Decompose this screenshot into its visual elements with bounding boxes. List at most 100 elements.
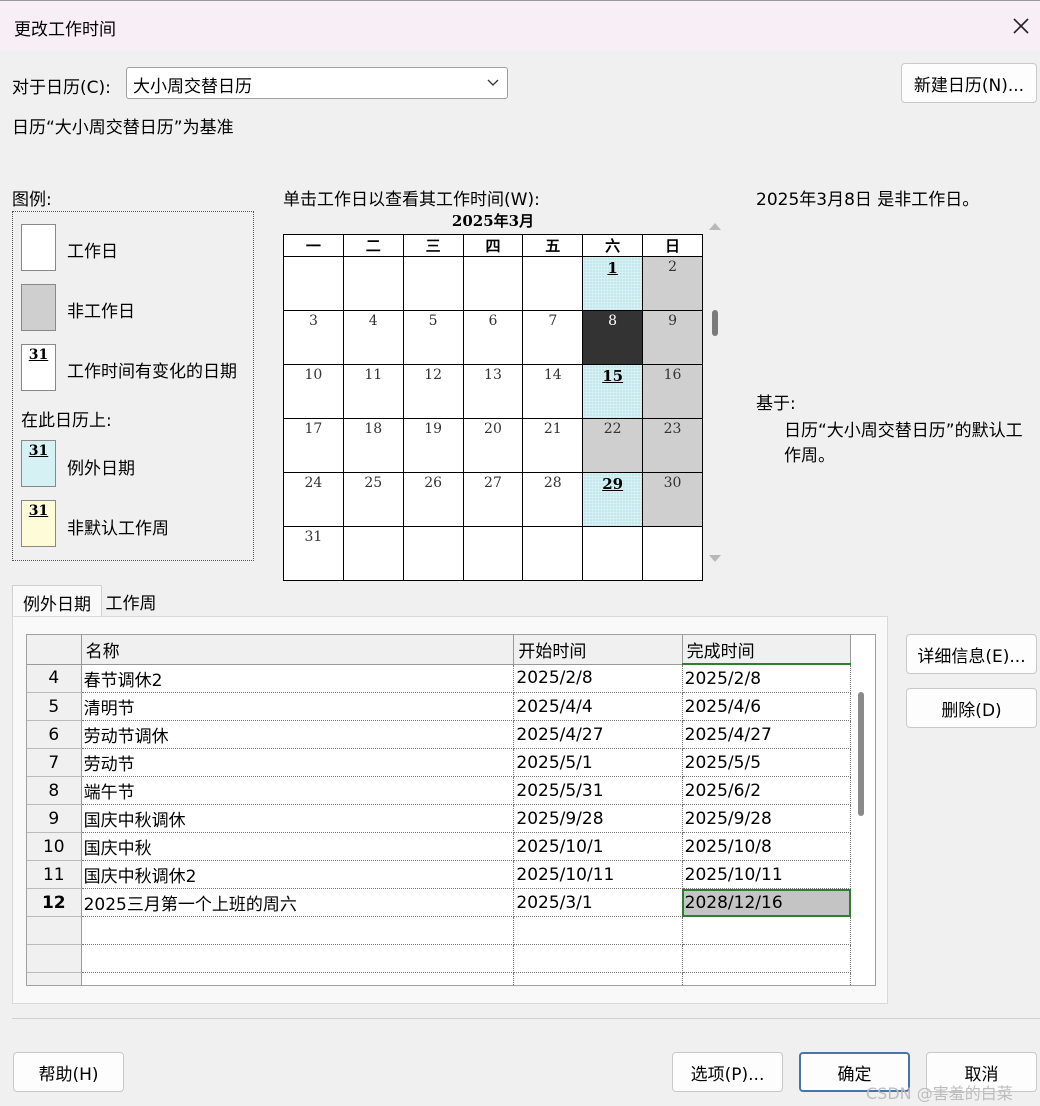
calendar-day[interactable]: 31 xyxy=(283,526,344,581)
empty-cell[interactable] xyxy=(682,944,852,973)
exception-name-cell[interactable]: 国庆中秋 xyxy=(81,832,515,861)
exception-name-cell[interactable]: 国庆中秋调休 xyxy=(81,804,515,833)
finish-date-cell[interactable]: 2025/10/11 xyxy=(682,860,852,889)
column-header-name[interactable]: 名称 xyxy=(81,635,515,665)
empty-cell[interactable] xyxy=(682,972,852,985)
calendar-day[interactable]: 5 xyxy=(402,310,464,365)
row-number-cell[interactable]: 7 xyxy=(27,748,82,777)
finish-date-cell[interactable]: 2028/12/16 xyxy=(682,888,852,917)
calendar-select[interactable]: 大小周交替日历 xyxy=(126,67,508,99)
empty-cell[interactable] xyxy=(81,944,515,973)
row-number-cell[interactable]: 6 xyxy=(27,720,82,749)
finish-date-cell[interactable]: 2025/4/27 xyxy=(682,720,852,749)
calendar-day[interactable]: 17 xyxy=(283,418,344,473)
finish-date-cell[interactable]: 2025/6/2 xyxy=(682,776,852,805)
empty-cell[interactable] xyxy=(513,972,683,985)
empty-cell[interactable] xyxy=(513,944,683,973)
table-row[interactable]: 9 国庆中秋调休 2025/9/28 2025/9/28 xyxy=(27,804,852,833)
calendar-day[interactable]: 16 xyxy=(642,364,703,419)
calendar-day[interactable]: 6 xyxy=(462,310,524,365)
calendar-day[interactable]: 14 xyxy=(522,364,584,419)
row-number-cell[interactable]: 9 xyxy=(27,804,82,833)
start-date-cell[interactable]: 2025/4/27 xyxy=(513,720,683,749)
calendar-day[interactable]: 3 xyxy=(283,310,344,365)
new-calendar-button[interactable]: 新建日历(N)... xyxy=(901,63,1037,103)
calendar-day[interactable]: 30 xyxy=(642,472,703,527)
calendar-day[interactable]: 2 xyxy=(642,256,703,311)
empty-cell[interactable] xyxy=(27,972,82,985)
calendar-day[interactable]: 22 xyxy=(582,418,644,473)
start-date-cell[interactable]: 2025/2/8 xyxy=(513,664,683,693)
empty-cell[interactable] xyxy=(27,916,82,945)
exception-name-cell[interactable]: 国庆中秋调休2 xyxy=(81,860,515,889)
empty-table-row[interactable] xyxy=(27,972,852,985)
calendar-day[interactable]: 25 xyxy=(342,472,404,527)
row-number-cell[interactable]: 8 xyxy=(27,776,82,805)
row-number-cell[interactable]: 12 xyxy=(27,888,82,917)
exception-name-cell[interactable]: 劳动节 xyxy=(81,748,515,777)
empty-cell[interactable] xyxy=(513,916,683,945)
start-date-cell[interactable]: 2025/4/4 xyxy=(513,692,683,721)
empty-table-row[interactable] xyxy=(27,944,852,973)
exception-name-cell[interactable]: 春节调休2 xyxy=(81,664,515,693)
exception-name-cell[interactable]: 清明节 xyxy=(81,692,515,721)
table-row[interactable]: 8 端午节 2025/5/31 2025/6/2 xyxy=(27,776,852,805)
delete-button[interactable]: 删除(D) xyxy=(906,688,1037,728)
calendar-day[interactable]: 21 xyxy=(522,418,584,473)
finish-date-cell[interactable]: 2025/10/8 xyxy=(682,832,852,861)
calendar-day[interactable]: 8 xyxy=(582,310,644,365)
finish-date-cell[interactable]: 2025/2/8 xyxy=(682,664,852,693)
close-icon[interactable] xyxy=(1008,13,1034,39)
calendar-day[interactable]: 7 xyxy=(522,310,584,365)
empty-cell[interactable] xyxy=(81,972,515,985)
calendar-day[interactable]: 10 xyxy=(283,364,344,419)
calendar-day[interactable]: 13 xyxy=(462,364,524,419)
start-date-cell[interactable]: 2025/9/28 xyxy=(513,804,683,833)
empty-cell[interactable] xyxy=(81,916,515,945)
exception-name-cell[interactable]: 端午节 xyxy=(81,776,515,805)
calendar-day[interactable]: 12 xyxy=(402,364,464,419)
grid-scroll-thumb[interactable] xyxy=(858,692,864,816)
row-number-cell[interactable]: 11 xyxy=(27,860,82,889)
start-date-cell[interactable]: 2025/5/1 xyxy=(513,748,683,777)
finish-date-cell[interactable]: 2025/4/6 xyxy=(682,692,852,721)
row-number-cell[interactable]: 5 xyxy=(27,692,82,721)
table-row[interactable]: 6 劳动节调休 2025/4/27 2025/4/27 xyxy=(27,720,852,749)
calendar-day[interactable]: 18 xyxy=(342,418,404,473)
calendar-day[interactable]: 15 xyxy=(582,364,644,419)
empty-cell[interactable] xyxy=(682,916,852,945)
start-date-cell[interactable]: 2025/5/31 xyxy=(513,776,683,805)
empty-table-row[interactable] xyxy=(27,916,852,945)
calendar-day[interactable]: 29 xyxy=(582,472,644,527)
row-number-cell[interactable]: 4 xyxy=(27,664,82,693)
calendar-scrollbar[interactable] xyxy=(705,218,725,568)
help-button[interactable]: 帮助(H) xyxy=(13,1052,124,1092)
calendar-day[interactable]: 28 xyxy=(522,472,584,527)
calendar-day[interactable]: 23 xyxy=(642,418,703,473)
table-row[interactable]: 12 2025三月第一个上班的周六 2025/3/1 2028/12/16 xyxy=(27,888,852,917)
calendar-day[interactable]: 11 xyxy=(342,364,404,419)
tab-work-weeks[interactable]: 工作周 xyxy=(100,585,162,617)
calendar-day[interactable]: 4 xyxy=(342,310,404,365)
finish-date-cell[interactable]: 2025/9/28 xyxy=(682,804,852,833)
exceptions-grid[interactable]: 名称 开始时间 完成时间 4 春节调休2 2025/2/8 2025/2/8 5 清明节 2… xyxy=(26,634,876,986)
row-number-cell[interactable]: 10 xyxy=(27,832,82,861)
start-date-cell[interactable]: 2025/10/11 xyxy=(513,860,683,889)
table-row[interactable]: 7 劳动节 2025/5/1 2025/5/5 xyxy=(27,748,852,777)
start-date-cell[interactable]: 2025/3/1 xyxy=(513,888,683,917)
details-button[interactable]: 详细信息(E)... xyxy=(906,634,1037,674)
calendar-day[interactable]: 1 xyxy=(582,256,644,311)
finish-date-cell[interactable]: 2025/5/5 xyxy=(682,748,852,777)
table-row[interactable]: 11 国庆中秋调休2 2025/10/11 2025/10/11 xyxy=(27,860,852,889)
calendar-day[interactable]: 9 xyxy=(642,310,703,365)
exception-name-cell[interactable]: 劳动节调休 xyxy=(81,720,515,749)
calendar-day[interactable]: 26 xyxy=(402,472,464,527)
calendar-day[interactable]: 20 xyxy=(462,418,524,473)
calendar-day[interactable]: 19 xyxy=(402,418,464,473)
calendar-day[interactable]: 27 xyxy=(462,472,524,527)
table-row[interactable]: 10 国庆中秋 2025/10/1 2025/10/8 xyxy=(27,832,852,861)
exception-name-cell[interactable]: 2025三月第一个上班的周六 xyxy=(81,888,515,917)
calendar-day[interactable]: 24 xyxy=(283,472,344,527)
empty-cell[interactable] xyxy=(27,944,82,973)
tab-exceptions[interactable]: 例外日期 xyxy=(12,585,102,618)
